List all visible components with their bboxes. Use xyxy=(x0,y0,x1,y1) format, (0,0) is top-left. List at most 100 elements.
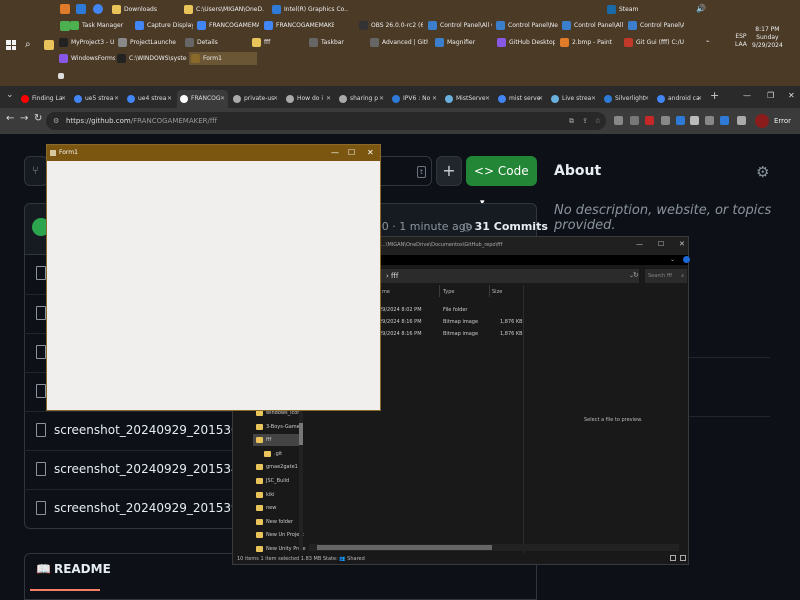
back-icon[interactable]: ← xyxy=(6,113,14,124)
taskbar-window-button[interactable]: Control Panel\All Cont... xyxy=(426,19,492,32)
file-name[interactable]: screenshot_20240929_201534.b... xyxy=(54,462,262,476)
maximize-icon[interactable]: ☐ xyxy=(658,240,664,248)
browser-tab[interactable]: Silverlight ✕ xyxy=(601,90,652,108)
site-info-icon[interactable]: ⚙ xyxy=(53,112,59,130)
restore-icon[interactable]: ❐ xyxy=(767,86,774,106)
volume-icon[interactable]: 🔊 xyxy=(696,5,706,13)
browser-tab[interactable]: ue4 strea ✕ xyxy=(124,90,175,108)
tree-folder-item[interactable]: gmae2gate1 xyxy=(253,461,303,473)
address-bar[interactable]: ⚙ https://github.com/FRANCOGAMEMAKER/fff… xyxy=(46,112,606,130)
taskbar-window-button[interactable]: Taskbar xyxy=(307,36,359,49)
browser-tab[interactable]: mist serve ✕ xyxy=(495,90,546,108)
tab-close-icon[interactable]: ✕ xyxy=(644,90,649,108)
minimize-icon[interactable]: — xyxy=(743,86,751,106)
taskbar-window-button[interactable]: Advanced | Github... xyxy=(368,36,428,49)
extension-icon[interactable] xyxy=(661,116,670,125)
profile-error-button[interactable]: Error xyxy=(752,112,791,130)
tree-folder-item[interactable]: New Un Project xyxy=(253,529,304,541)
tree-folder-item[interactable]: JSC_Build xyxy=(253,475,303,487)
browser-tab[interactable]: private-us ✕ xyxy=(230,90,281,108)
commits-link[interactable]: ◷ 31 Commits xyxy=(462,220,548,233)
tab-close-icon[interactable]: ✕ xyxy=(114,90,119,108)
taskbar-window-button[interactable]: 2.bmp - Paint xyxy=(558,36,618,49)
taskbar-window-button[interactable]: Control Panel\All Cont... xyxy=(560,19,624,32)
tab-close-icon[interactable]: ✕ xyxy=(273,90,278,108)
tab-close-icon[interactable]: ✕ xyxy=(697,90,702,108)
extension-icon[interactable] xyxy=(720,116,729,125)
tree-folder-item[interactable]: New Unity Proje xyxy=(253,543,306,555)
browser-tab[interactable]: sharing p ✕ xyxy=(336,90,387,108)
taskbar-window-button[interactable]: C:\Users\MIGAN\OneD... xyxy=(182,3,264,16)
taskbar-window-button[interactable]: Magnifier xyxy=(433,36,489,49)
network-icon[interactable]: ⌁ xyxy=(706,38,710,46)
go-to-file-input[interactable]: t xyxy=(380,156,432,186)
extension-icon[interactable] xyxy=(705,116,714,125)
file-type-cell[interactable]: Bitmap image xyxy=(443,331,478,337)
browser-tab[interactable]: IPV6 : No ✕ xyxy=(389,90,440,108)
branch-selector[interactable]: ⑂ xyxy=(24,156,48,186)
tab-close-icon[interactable]: ✕ xyxy=(61,90,66,108)
taskbar-window-button[interactable]: Downloads xyxy=(110,3,170,16)
minimize-icon[interactable]: — xyxy=(331,145,339,161)
gear-icon[interactable]: ⚙ xyxy=(756,163,769,181)
close-icon[interactable]: ✕ xyxy=(679,240,685,248)
taskbar-window-button[interactable]: Steam xyxy=(605,3,645,16)
file-size-cell[interactable]: 1,876 KB xyxy=(500,331,523,337)
commit-time[interactable]: e30 · 1 minute ago xyxy=(368,220,473,233)
taskbar-window-button[interactable]: fff xyxy=(250,36,295,49)
tab-close-icon[interactable]: ✕ xyxy=(485,90,490,108)
browser-tab[interactable]: android ca ✕ xyxy=(654,90,705,108)
browser-tab[interactable]: Finding La ✕ xyxy=(18,90,69,108)
extensions-puzzle-icon[interactable] xyxy=(737,116,746,125)
install-icon[interactable]: ⧉ xyxy=(569,112,574,130)
details-view-icon[interactable] xyxy=(670,555,676,561)
taskbar-overflow-icon[interactable] xyxy=(58,73,64,79)
language-indicator[interactable]: ESP LAA xyxy=(735,33,747,49)
tree-folder-item[interactable]: kiki xyxy=(253,489,303,501)
tree-scrollbar[interactable] xyxy=(299,411,303,551)
explorer-address-bar[interactable]: › fff xyxy=(381,269,639,283)
clock[interactable]: 8:17 PM Sunday 9/29/2024 xyxy=(752,26,783,50)
tab-close-icon[interactable]: ✕ xyxy=(538,90,543,108)
browser-tab[interactable]: FRANCOG ✕ xyxy=(177,90,228,108)
taskbar-window-button[interactable]: Control Panel\All Cont... xyxy=(626,19,684,32)
file-date-cell[interactable]: 29/2024 8:02 PM xyxy=(379,307,422,313)
explorer-search-input[interactable]: Search fff ⌕ xyxy=(645,269,687,283)
taskbar-window-button[interactable]: Intel(R) Graphics Co... xyxy=(270,3,348,16)
close-icon[interactable]: ✕ xyxy=(788,86,795,106)
file-name[interactable]: screenshot_20240929_201539.b... xyxy=(54,501,262,515)
extension-icon[interactable] xyxy=(676,116,685,125)
form1-titlebar[interactable]: Form1 — ☐ ✕ xyxy=(47,145,380,161)
taskbar-window-button[interactable]: Form1 xyxy=(189,52,257,65)
tab-close-icon[interactable]: ✕ xyxy=(220,90,225,108)
taskbar-window-button[interactable]: FRANCOGAMEMAKE... xyxy=(262,19,334,32)
tab-close-icon[interactable]: ✕ xyxy=(591,90,596,108)
search-icon[interactable]: ⌕ xyxy=(25,39,31,50)
extension-icon[interactable] xyxy=(630,116,639,125)
browser-tab[interactable]: ue5 strea ✕ xyxy=(71,90,122,108)
taskbar-window-button[interactable]: FRANCOGAMEMAKE... xyxy=(195,19,259,32)
taskbar-window-button[interactable]: MyProject3 - Unreal ... xyxy=(57,36,114,49)
file-date-cell[interactable]: 29/2024 8:16 PM xyxy=(379,319,422,325)
edge-icon[interactable] xyxy=(76,4,86,14)
start-button[interactable] xyxy=(6,40,16,50)
taskbar-window-button[interactable]: GitHub Desktop xyxy=(495,36,555,49)
scrollbar-thumb[interactable] xyxy=(317,545,492,550)
file-type-cell[interactable]: Bitmap image xyxy=(443,319,478,325)
extension-icon[interactable] xyxy=(690,116,699,125)
share-icon[interactable]: ⇪ xyxy=(582,112,588,130)
bookmark-star-icon[interactable]: ☆ xyxy=(595,112,601,130)
firefox-icon[interactable] xyxy=(60,4,70,14)
new-tab-icon[interactable]: + xyxy=(710,89,719,102)
scrollbar-thumb[interactable] xyxy=(299,423,303,445)
tab-close-icon[interactable]: ✕ xyxy=(379,90,384,108)
tree-folder-item[interactable]: New folder xyxy=(253,516,303,528)
taskbar-window-button[interactable]: Control Panel\Networ... xyxy=(494,19,558,32)
code-button[interactable]: <> Code ▾ xyxy=(466,156,537,208)
taskbar-window-button[interactable]: OBS 26.0.0-rc2 (64-... xyxy=(357,19,423,32)
tree-folder-item[interactable]: .git xyxy=(261,448,311,460)
minimize-icon[interactable]: — xyxy=(636,240,643,248)
taskbar-window-button[interactable]: Capture Display BMP ... xyxy=(133,19,193,32)
tab-search-icon[interactable]: ⌄ xyxy=(6,90,14,100)
file-type-cell[interactable]: File folder xyxy=(443,307,467,313)
